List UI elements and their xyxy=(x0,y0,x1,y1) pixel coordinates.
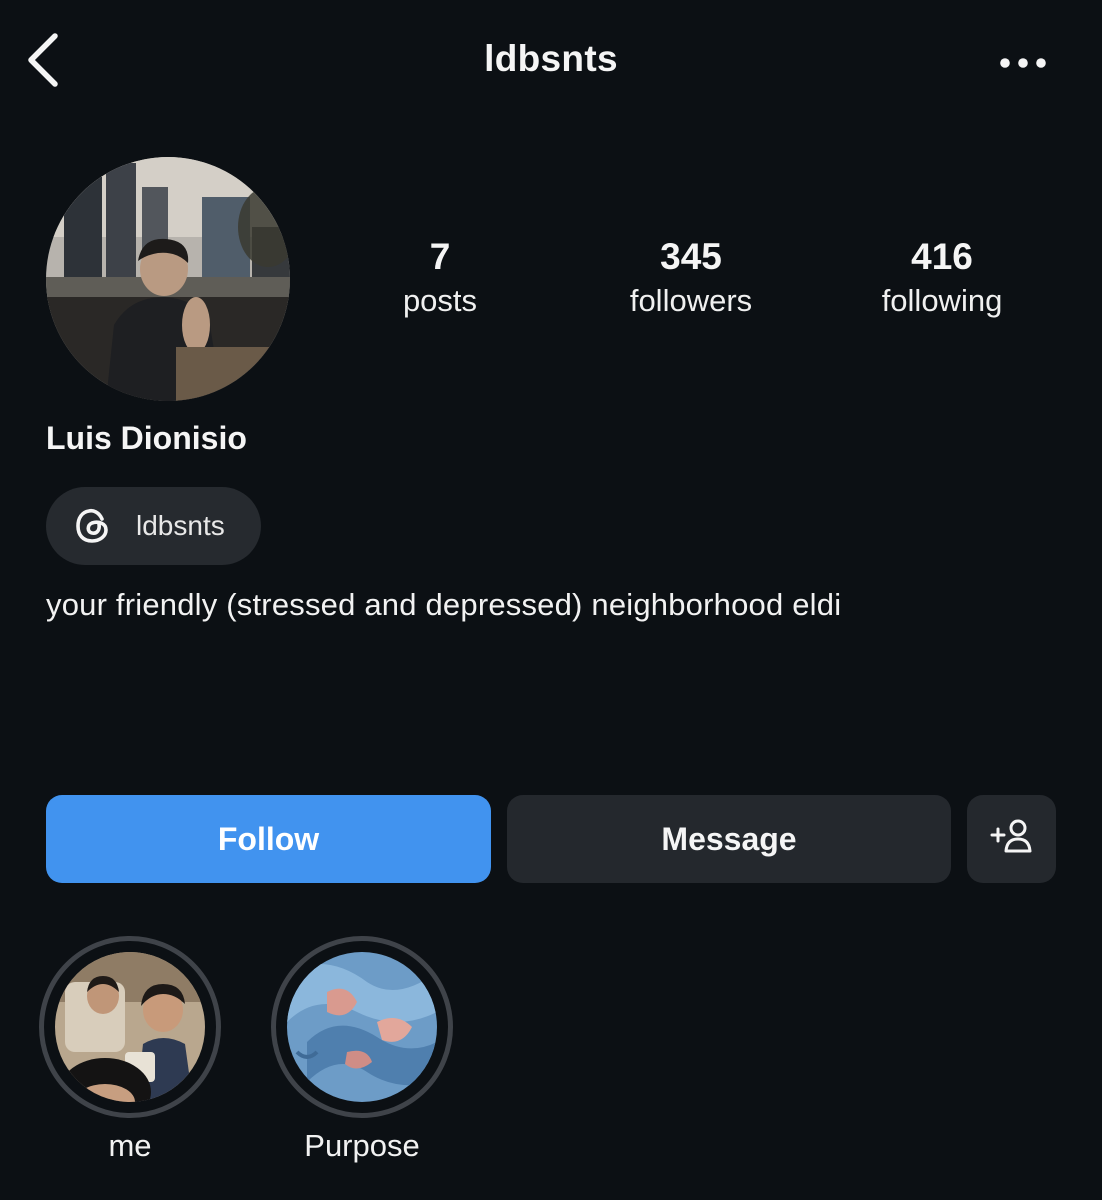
profile-avatar[interactable] xyxy=(46,157,290,401)
threads-handle: ldbsnts xyxy=(136,510,225,541)
highlight-label: Purpose xyxy=(304,1128,420,1163)
add-person-icon xyxy=(990,817,1034,861)
more-options-button[interactable] xyxy=(990,46,1056,84)
page-title: ldbsnts xyxy=(484,38,618,79)
suggested-accounts-button[interactable] xyxy=(967,795,1056,883)
highlight-label: me xyxy=(108,1128,152,1163)
highlight-me[interactable]: me xyxy=(39,936,221,1164)
stat-following[interactable]: 416 following xyxy=(832,234,1052,322)
followers-label: followers xyxy=(629,283,753,318)
highlight-thumbnail xyxy=(55,952,205,1102)
following-label: following xyxy=(881,283,1003,318)
following-count: 416 xyxy=(911,236,973,277)
highlight-thumbnail xyxy=(287,952,437,1102)
posts-label: posts xyxy=(402,283,478,318)
follow-button[interactable]: Follow xyxy=(46,795,491,883)
message-button[interactable]: Message xyxy=(507,795,951,883)
followers-count: 345 xyxy=(660,236,722,277)
threads-badge[interactable]: ldbsnts xyxy=(46,487,261,565)
profile-bio: your friendly (stressed and depressed) n… xyxy=(46,587,842,622)
stat-followers[interactable]: 345 followers xyxy=(581,234,801,322)
highlight-ring xyxy=(39,936,221,1118)
posts-count: 7 xyxy=(429,236,451,277)
threads-icon xyxy=(74,507,112,545)
highlight-purpose[interactable]: Purpose xyxy=(271,936,453,1164)
stat-posts[interactable]: 7 posts xyxy=(330,234,550,322)
more-horizontal-icon xyxy=(998,56,1048,75)
highlight-ring xyxy=(271,936,453,1118)
profile-full-name: Luis Dionisio xyxy=(46,420,247,456)
